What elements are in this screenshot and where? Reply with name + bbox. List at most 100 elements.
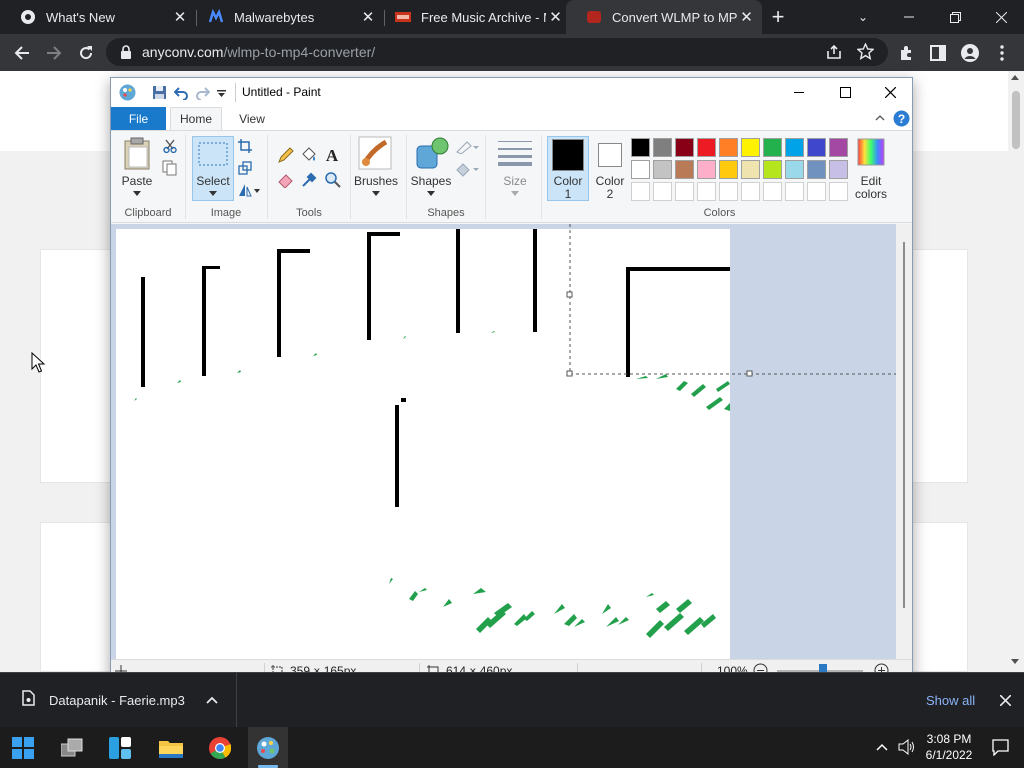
palette-color-swatch[interactable] bbox=[697, 138, 716, 157]
tab-view[interactable]: View bbox=[229, 107, 275, 130]
palette-color-swatch[interactable] bbox=[807, 138, 826, 157]
size-icon[interactable] bbox=[498, 139, 532, 167]
paint-taskbar-button[interactable] bbox=[248, 727, 288, 768]
side-panel-icon[interactable] bbox=[922, 34, 954, 71]
palette-color-swatch[interactable] bbox=[741, 160, 760, 179]
palette-color-swatch[interactable] bbox=[829, 160, 848, 179]
rotate-icon[interactable] bbox=[238, 183, 260, 197]
size-label[interactable]: Size bbox=[495, 175, 535, 188]
close-tab-icon[interactable]: ✕ bbox=[546, 8, 565, 26]
palette-color-swatch[interactable] bbox=[675, 160, 694, 179]
custom-color-slot[interactable] bbox=[675, 182, 694, 201]
magnifier-icon[interactable] bbox=[324, 171, 341, 188]
crop-icon[interactable] bbox=[238, 139, 252, 153]
outline-icon[interactable] bbox=[455, 140, 479, 154]
custom-color-slot[interactable] bbox=[653, 182, 672, 201]
chrome-taskbar-button[interactable] bbox=[200, 727, 240, 768]
tab-search-icon[interactable]: ⌄ bbox=[840, 0, 886, 34]
edit-colors-label[interactable]: Edit colors bbox=[848, 175, 894, 201]
paint-canvas-area[interactable] bbox=[111, 224, 912, 659]
paint-close-icon[interactable] bbox=[867, 78, 913, 107]
redo-icon[interactable] bbox=[195, 85, 210, 100]
shapes-label[interactable]: Shapes bbox=[409, 175, 453, 188]
size-dropdown-icon[interactable] bbox=[511, 191, 519, 197]
palette-color-swatch[interactable] bbox=[653, 138, 672, 157]
extensions-icon[interactable] bbox=[890, 34, 922, 71]
widgets-button[interactable] bbox=[100, 727, 140, 768]
save-icon[interactable] bbox=[152, 85, 167, 100]
copy-icon[interactable] bbox=[162, 160, 178, 176]
show-all-downloads-link[interactable]: Show all bbox=[926, 693, 975, 708]
close-tab-icon[interactable]: ✕ bbox=[737, 8, 756, 26]
tab-free-music-archive[interactable]: Free Music Archive - M ✕ bbox=[375, 0, 571, 34]
selection-handle[interactable] bbox=[746, 370, 753, 377]
paste-icon[interactable] bbox=[123, 137, 153, 171]
scroll-up-icon[interactable] bbox=[1010, 73, 1020, 81]
palette-color-swatch[interactable] bbox=[719, 138, 738, 157]
notification-icon[interactable] bbox=[992, 739, 1009, 756]
color2-label[interactable]: Color 2 bbox=[590, 175, 630, 201]
palette-color-swatch[interactable] bbox=[631, 160, 650, 179]
new-tab-button[interactable]: + bbox=[758, 0, 798, 34]
palette-color-swatch[interactable] bbox=[653, 160, 672, 179]
close-tab-icon[interactable]: ✕ bbox=[170, 8, 190, 26]
selection-handle[interactable] bbox=[566, 291, 573, 298]
custom-color-slot[interactable] bbox=[697, 182, 716, 201]
tab-malwarebytes[interactable]: Malwarebytes ✕ bbox=[188, 0, 384, 34]
show-hidden-icons-icon[interactable] bbox=[876, 743, 888, 751]
paste-label[interactable]: Paste bbox=[119, 175, 155, 188]
palette-color-swatch[interactable] bbox=[675, 138, 694, 157]
paste-dropdown-icon[interactable] bbox=[133, 191, 141, 197]
select-dropdown-icon[interactable] bbox=[209, 191, 217, 197]
restore-icon[interactable] bbox=[932, 0, 978, 34]
shapes-icon[interactable] bbox=[416, 136, 450, 170]
task-view-button[interactable] bbox=[52, 727, 92, 768]
paint-maximize-icon[interactable] bbox=[822, 78, 868, 107]
pencil-icon[interactable] bbox=[277, 147, 294, 164]
shapes-dropdown-icon[interactable] bbox=[427, 191, 435, 197]
palette-color-swatch[interactable] bbox=[829, 138, 848, 157]
palette-color-swatch[interactable] bbox=[763, 160, 782, 179]
palette-color-swatch[interactable] bbox=[807, 160, 826, 179]
page-scrollbar[interactable] bbox=[1008, 71, 1024, 672]
fill-bucket-icon[interactable] bbox=[300, 147, 317, 164]
chrome-menu-icon[interactable] bbox=[986, 34, 1018, 71]
color-picker-icon[interactable] bbox=[301, 171, 318, 188]
volume-icon[interactable] bbox=[898, 739, 916, 755]
eraser-icon[interactable] bbox=[277, 171, 294, 188]
tab-convert-wlmp[interactable]: Convert WLMP to MP4 ✕ bbox=[566, 0, 762, 34]
download-filename[interactable]: Datapanik - Faerie.mp3 bbox=[49, 693, 185, 708]
back-icon[interactable] bbox=[6, 34, 38, 71]
canvas-scrollbar-thumb[interactable] bbox=[903, 242, 905, 608]
fill-icon[interactable] bbox=[455, 162, 479, 178]
custom-color-slot[interactable] bbox=[807, 182, 826, 201]
reload-icon[interactable] bbox=[70, 34, 102, 71]
share-icon[interactable] bbox=[826, 44, 842, 60]
palette-color-swatch[interactable] bbox=[741, 138, 760, 157]
selection-rectangle[interactable] bbox=[111, 224, 912, 659]
file-explorer-button[interactable] bbox=[151, 727, 191, 768]
download-options-icon[interactable] bbox=[206, 696, 218, 704]
close-window-icon[interactable] bbox=[978, 0, 1024, 34]
file-menu-button[interactable]: File bbox=[111, 107, 166, 130]
bookmark-star-icon[interactable] bbox=[857, 43, 874, 60]
palette-color-swatch[interactable] bbox=[697, 160, 716, 179]
brushes-label[interactable]: Brushes bbox=[353, 175, 399, 188]
custom-color-slot[interactable] bbox=[763, 182, 782, 201]
close-shelf-icon[interactable] bbox=[1000, 695, 1011, 706]
brushes-icon[interactable] bbox=[358, 136, 392, 170]
resize-icon[interactable] bbox=[238, 161, 252, 175]
help-icon[interactable]: ? bbox=[893, 110, 910, 127]
selection-handle[interactable] bbox=[566, 370, 573, 377]
custom-color-slot[interactable] bbox=[631, 182, 650, 201]
brushes-dropdown-icon[interactable] bbox=[372, 191, 380, 197]
custom-color-slot[interactable] bbox=[719, 182, 738, 201]
minimize-icon[interactable] bbox=[886, 0, 932, 34]
palette-color-swatch[interactable] bbox=[785, 160, 804, 179]
system-clock[interactable]: 3:08 PM 6/1/2022 bbox=[918, 731, 980, 763]
palette-color-swatch[interactable] bbox=[719, 160, 738, 179]
custom-color-slot[interactable] bbox=[741, 182, 760, 201]
address-bar[interactable]: anyconv.com/wlmp-to-mp4-converter/ bbox=[106, 38, 888, 66]
text-tool-icon[interactable]: A bbox=[324, 146, 340, 164]
edit-colors-icon[interactable] bbox=[857, 138, 885, 166]
